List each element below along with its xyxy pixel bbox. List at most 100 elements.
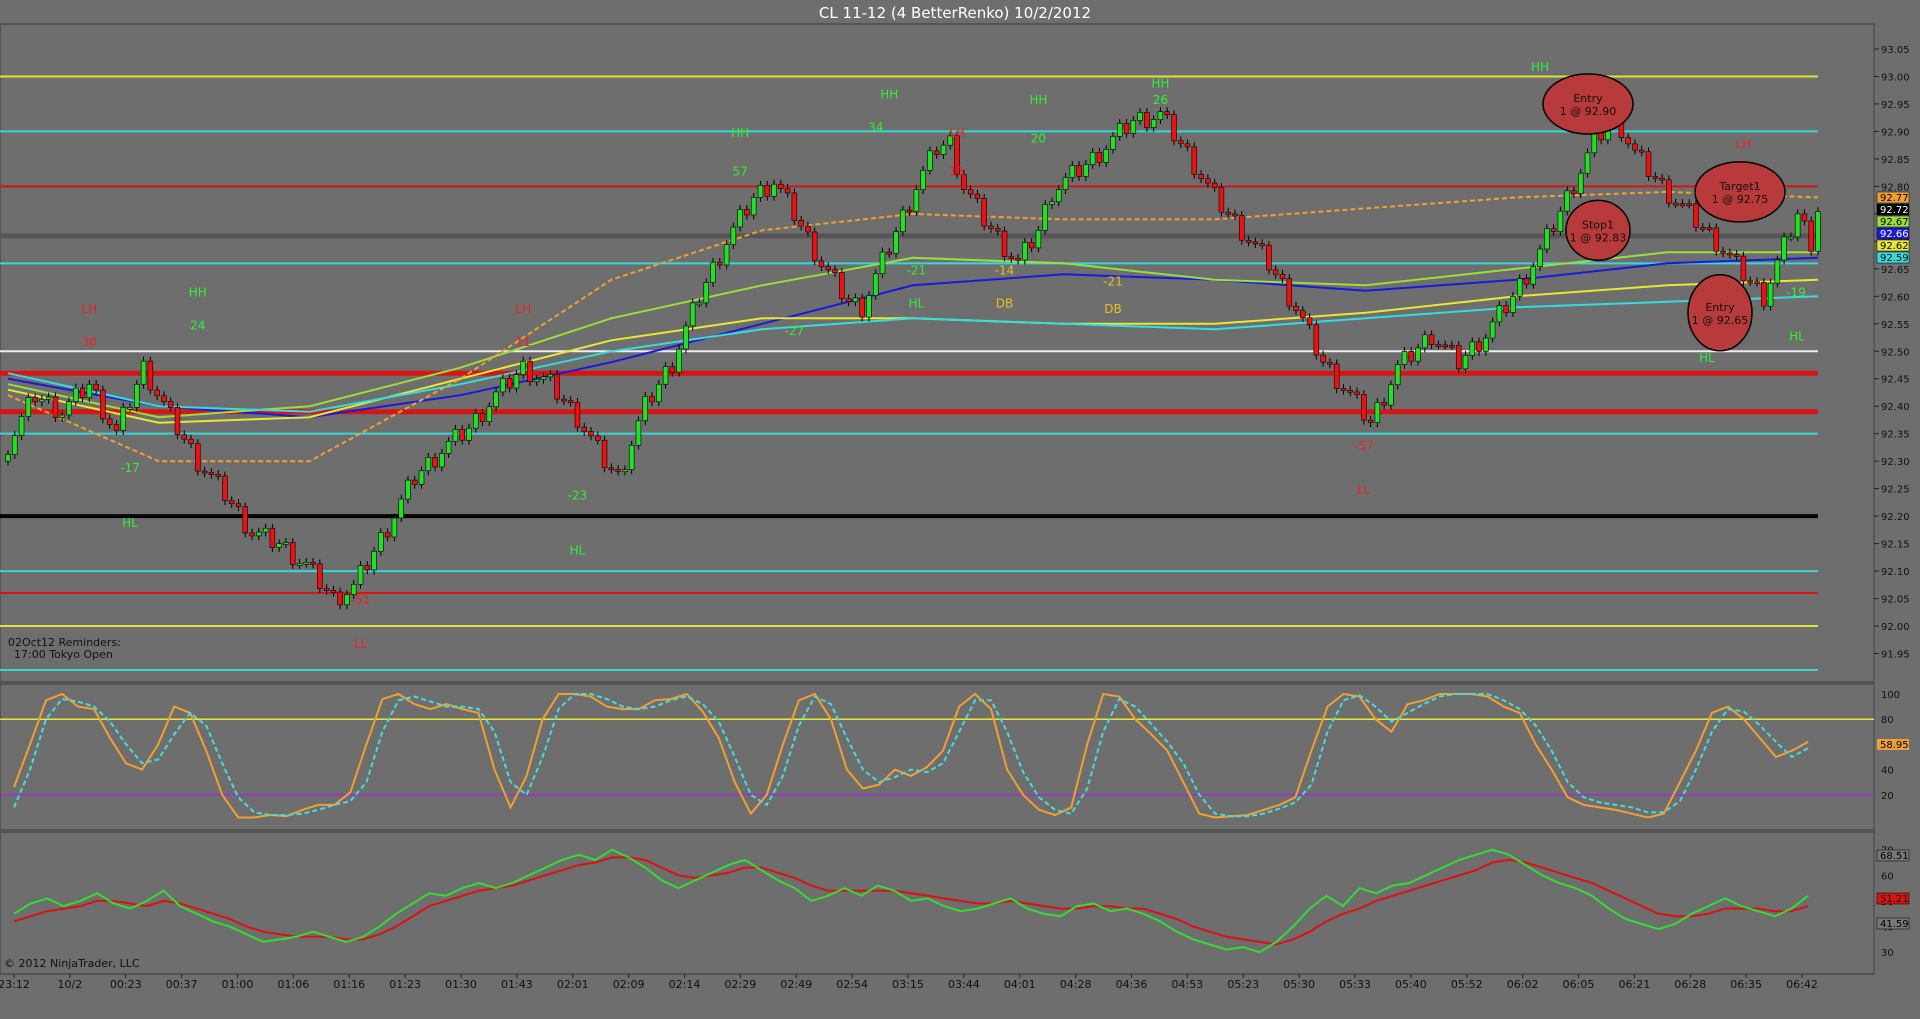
bar-body-265 (1801, 213, 1808, 222)
price-tick-label-12: 92.45 (1881, 375, 1910, 386)
bar-body-224 (1523, 278, 1530, 285)
bar-body-172 (1171, 114, 1177, 142)
time-tick-label-14: 02:49 (780, 978, 812, 991)
price-marker-label-2: 92.67 (1880, 217, 1909, 228)
bar-body-41 (283, 542, 289, 545)
bar-body-35 (242, 506, 249, 534)
price-tick-label-17: 92.20 (1881, 512, 1910, 523)
bar-body-191 (1300, 310, 1306, 319)
bar-body-46 (317, 563, 323, 589)
time-tick-label-24: 05:33 (1339, 978, 1371, 991)
bar-body-115 (784, 188, 791, 194)
bar-body-56 (384, 532, 391, 538)
bar-body-254 (1727, 252, 1733, 256)
price-marker-label-0: 92.77 (1880, 193, 1909, 204)
time-tick-label-2: 00:23 (110, 978, 142, 991)
bar-body-123 (839, 272, 845, 300)
bar-body-85 (581, 426, 587, 432)
annotations_red-label-2: LH (515, 302, 531, 316)
bar-body-112 (764, 184, 770, 197)
bar-body-14 (100, 389, 106, 420)
bar-body-240 (1632, 143, 1638, 151)
price-tick-label-20: 92.05 (1881, 595, 1910, 606)
bar-body-62 (425, 457, 432, 472)
annotations_green-label-14: 20 (1031, 131, 1046, 145)
bar-body-93 (635, 420, 642, 446)
trade-marker-title-0: Entry (1573, 92, 1603, 105)
annotations_green-label-8: HH (880, 87, 898, 101)
bar-body-251 (1706, 227, 1713, 230)
time-tick-label-9: 01:43 (501, 978, 533, 991)
bar-body-108 (737, 209, 743, 228)
bar-body-147 (1001, 230, 1008, 258)
bar-body-116 (791, 192, 798, 221)
time-tick-label-28: 06:05 (1563, 978, 1595, 991)
bar-body-60 (412, 479, 418, 485)
bar-body-89 (608, 467, 615, 471)
bar-body-203 (1381, 402, 1387, 406)
time-tick-label-15: 02:54 (836, 978, 868, 991)
bar-body-94 (642, 396, 648, 422)
bar-body-227 (1544, 228, 1550, 250)
bar-body-3 (25, 397, 32, 417)
bar-body-162 (1103, 149, 1109, 163)
bar-body-211 (1435, 344, 1442, 347)
bar-body-218 (1483, 337, 1489, 352)
price-tick-label-8: 92.65 (1881, 265, 1910, 276)
bar-body-99 (676, 348, 682, 373)
bar-body-45 (310, 561, 316, 565)
bar-body-105 (717, 261, 723, 266)
bar-body-20 (140, 360, 147, 385)
bar-body-258 (1754, 281, 1760, 284)
trade-marker-detail-2: 1 @ 92.75 (1712, 193, 1768, 206)
osc-tick-label-1: 60 (1881, 871, 1894, 882)
bar-body-206 (1401, 350, 1408, 365)
bar-body-78 (534, 378, 540, 383)
price-tick-label-16: 92.25 (1881, 485, 1910, 496)
bar-body-121 (825, 266, 832, 270)
bar-body-248 (1686, 203, 1692, 206)
time-tick-label-8: 01:30 (445, 978, 477, 991)
bar-body-29 (201, 470, 208, 474)
bar-body-106 (723, 244, 730, 266)
bar-body-229 (1557, 210, 1564, 232)
bar-body-91 (622, 469, 628, 472)
bar-body-207 (1408, 350, 1414, 362)
bar-body-25 (174, 407, 181, 436)
bar-body-130 (886, 251, 893, 255)
bar-body-246 (1672, 202, 1679, 206)
bar-body-180 (1225, 211, 1231, 215)
osc-last-label-2: 41.59 (1880, 919, 1909, 930)
price-tick-label-1: 93.00 (1881, 72, 1910, 83)
price-marker-label-1: 92.72 (1880, 205, 1909, 216)
time-tick-label-10: 02:01 (557, 978, 589, 991)
bar-body-15 (106, 418, 113, 425)
bar-body-30 (208, 472, 215, 476)
trade-marker-title-1: Stop1 (1582, 218, 1614, 231)
time-tick-label-16: 03:15 (892, 978, 924, 991)
price-tick-label-0: 93.05 (1881, 45, 1910, 56)
bar-body-214 (1455, 345, 1462, 370)
time-tick-label-32: 06:42 (1786, 978, 1818, 991)
bar-body-9 (66, 401, 72, 416)
bar-body-252 (1713, 227, 1720, 252)
bar-body-179 (1218, 187, 1225, 213)
bar-body-79 (540, 376, 547, 380)
bar-body-64 (439, 453, 445, 468)
bar-body-243 (1652, 176, 1659, 179)
bar-body-186 (1266, 244, 1272, 271)
annotations_green-label-2: -17 (120, 461, 140, 475)
bar-body-148 (1008, 256, 1015, 260)
bar-body-190 (1293, 305, 1299, 311)
bar-body-124 (845, 298, 852, 303)
bar-body-125 (852, 297, 859, 303)
bar-body-31 (215, 474, 221, 477)
bar-body-44 (303, 561, 310, 565)
bar-body-127 (866, 295, 872, 318)
bar-body-117 (798, 220, 804, 227)
bar-body-111 (757, 184, 764, 198)
bar-body-226 (1537, 248, 1543, 267)
time-tick-label-17: 03:44 (948, 978, 980, 991)
bar-body-158 (1076, 165, 1082, 177)
trade-tag-0: HL (1699, 351, 1715, 365)
